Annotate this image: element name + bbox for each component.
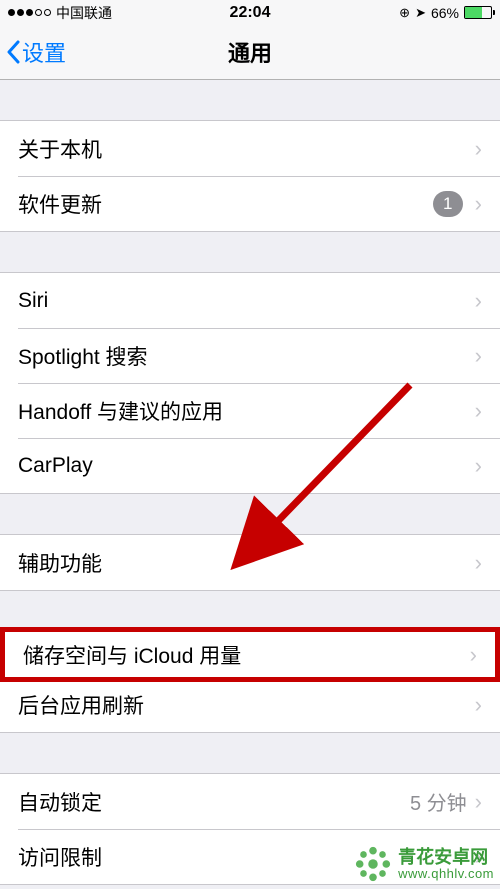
cell-label: 关于本机 (18, 134, 475, 164)
cell-storage-icloud[interactable]: 储存空间与 iCloud 用量 › (0, 627, 500, 682)
chevron-right-icon: › (475, 288, 482, 314)
chevron-right-icon: › (475, 550, 482, 576)
group-about: 关于本机 › 软件更新 1 › (0, 120, 500, 232)
update-badge: 1 (433, 191, 463, 217)
watermark-logo-icon (354, 845, 392, 883)
carrier-label: 中国联通 (56, 3, 112, 23)
cell-label: Handoff 与建议的应用 (18, 396, 475, 426)
chevron-right-icon: › (475, 343, 482, 369)
page-title: 通用 (228, 36, 272, 68)
chevron-right-icon: › (475, 789, 482, 815)
cell-label: 软件更新 (18, 189, 433, 219)
cell-auto-lock[interactable]: 自动锁定 5 分钟 › (0, 774, 500, 829)
chevron-right-icon: › (475, 692, 482, 718)
cell-accessibility[interactable]: 辅助功能 › (0, 535, 500, 590)
chevron-left-icon (6, 40, 22, 64)
chevron-right-icon: › (475, 453, 482, 479)
orientation-lock-icon: ⊕ (399, 5, 410, 21)
status-time: 22:04 (230, 4, 271, 22)
group-accessibility: 辅助功能 › (0, 534, 500, 591)
chevron-right-icon: › (475, 398, 482, 424)
cell-label: 储存空间与 iCloud 用量 (23, 640, 470, 670)
back-button[interactable]: 设置 (0, 36, 66, 68)
cell-label: CarPlay (18, 454, 475, 478)
battery-icon (464, 6, 492, 19)
status-left: 中国联通 (8, 3, 112, 23)
status-bar: 中国联通 22:04 ⊕ ➤ 66% (0, 0, 500, 25)
watermark-name: 青花安卓网 (398, 848, 494, 867)
group-siri: Siri › Spotlight 搜索 › Handoff 与建议的应用 › C… (0, 272, 500, 494)
group-storage: 储存空间与 iCloud 用量 › 后台应用刷新 › (0, 631, 500, 733)
back-label: 设置 (22, 36, 66, 68)
cell-software-update[interactable]: 软件更新 1 › (0, 176, 500, 231)
cell-spotlight[interactable]: Spotlight 搜索 › (0, 328, 500, 383)
cell-handoff[interactable]: Handoff 与建议的应用 › (0, 383, 500, 438)
cell-carplay[interactable]: CarPlay › (0, 438, 500, 493)
cell-background-refresh[interactable]: 后台应用刷新 › (0, 677, 500, 732)
watermark-url: www.qhhlv.com (398, 867, 494, 881)
cell-label: 辅助功能 (18, 548, 475, 578)
cell-label: Siri (18, 289, 475, 313)
watermark: 青花安卓网 www.qhhlv.com (354, 845, 494, 883)
settings-list: 关于本机 › 软件更新 1 › Siri › Spotlight 搜索 › Ha… (0, 80, 500, 885)
cell-label: Spotlight 搜索 (18, 341, 475, 371)
signal-dots-icon (8, 9, 51, 16)
nav-bar: 设置 通用 (0, 25, 500, 80)
chevron-right-icon: › (470, 642, 477, 668)
cell-detail: 5 分钟 (410, 787, 467, 816)
status-right: ⊕ ➤ 66% (399, 5, 492, 21)
cell-siri[interactable]: Siri › (0, 273, 500, 328)
cell-label: 后台应用刷新 (18, 690, 475, 720)
cell-label: 自动锁定 (18, 787, 410, 817)
chevron-right-icon: › (475, 191, 482, 217)
battery-percent: 66% (431, 5, 459, 21)
cell-about[interactable]: 关于本机 › (0, 121, 500, 176)
location-icon: ➤ (415, 5, 426, 21)
chevron-right-icon: › (475, 136, 482, 162)
